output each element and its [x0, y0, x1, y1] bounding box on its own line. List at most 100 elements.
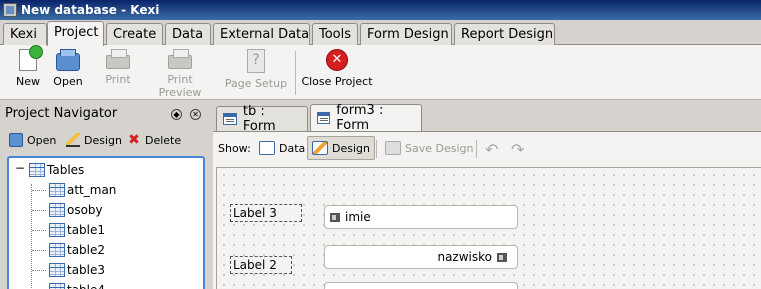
navigator-toolbar: Open Design ✖ Delete [0, 130, 210, 152]
view-bar-separator [476, 140, 477, 158]
new-button-label: New [16, 75, 40, 88]
table-icon [49, 203, 65, 217]
delete-icon: ✖ [128, 132, 140, 148]
tree-item-table2[interactable]: table2 [49, 240, 105, 260]
form-label-2[interactable]: Label 2 [230, 256, 292, 274]
close-project-button[interactable]: ✕ Close Project [301, 49, 373, 97]
design-view-button[interactable]: Design [307, 136, 375, 160]
table-icon [49, 183, 65, 197]
toolbar-separator [295, 51, 296, 95]
kexi-app-icon [3, 3, 17, 17]
tree-group-label: Tables [47, 163, 85, 177]
print-preview-label: Print Preview [158, 73, 202, 99]
tree-item-osoby[interactable]: osoby [49, 200, 103, 220]
form-label-3[interactable]: Label 3 [230, 204, 302, 222]
float-pane-icon[interactable]: ◆ [171, 109, 182, 120]
form-field-nazwisko[interactable]: nazwisko [324, 245, 518, 269]
tree-item-label: table3 [67, 263, 106, 277]
tree-branch [32, 230, 46, 231]
close-project-label: Close Project [301, 75, 373, 88]
tab-kexi[interactable]: Kexi [3, 23, 47, 45]
window-titlebar: New database - Kexi [0, 0, 761, 20]
navigator-title: Project Navigator [5, 106, 118, 121]
view-bar-separator [376, 140, 377, 158]
window-title: New database - Kexi [21, 3, 160, 17]
doc-tab-tb-form[interactable]: tb : Form [216, 104, 308, 134]
tab-external-data[interactable]: External Data [213, 23, 310, 45]
new-document-icon [19, 45, 43, 71]
printer-icon [106, 49, 130, 69]
form-field-imie[interactable]: imie [324, 205, 518, 229]
navigator-delete-button[interactable]: ✖ Delete [127, 133, 181, 147]
tree-item-table4[interactable]: table4 [49, 280, 105, 289]
project-tree[interactable]: − Tables att_man osoby table1 table2 tab… [7, 156, 205, 289]
form-field-partial[interactable] [324, 282, 518, 289]
tree-branch [32, 250, 46, 251]
open-folder-icon [56, 49, 80, 71]
new-button[interactable]: New [8, 45, 48, 97]
tree-item-label: table2 [67, 243, 106, 257]
data-view-button[interactable]: Data [255, 136, 309, 160]
tab-create[interactable]: Create [106, 23, 163, 45]
save-design-button[interactable]: Save Design [381, 136, 477, 160]
tree-item-label: osoby [67, 203, 103, 217]
show-label: Show: [218, 142, 251, 155]
tab-tools[interactable]: Tools [312, 23, 358, 45]
main-tab-bar: Kexi Project Create Data External Data T… [0, 20, 761, 46]
open-icon [9, 133, 23, 147]
print-preview-button[interactable]: Print Preview [146, 49, 214, 99]
print-button[interactable]: Print [100, 49, 136, 97]
tree-item-label: table4 [67, 283, 105, 289]
tree-item-label: table1 [67, 223, 106, 237]
form-field-imie-text: imie [345, 210, 371, 224]
tree-guide-line [31, 184, 32, 289]
project-navigator-pane: Project Navigator ◆ ✕ Open Design ✖ Dele… [0, 103, 210, 289]
navigator-open-label: Open [27, 133, 57, 147]
open-button[interactable]: Open [48, 49, 88, 97]
redo-icon[interactable]: ↷ [511, 140, 524, 159]
tab-data[interactable]: Data [165, 23, 211, 45]
tab-form-design[interactable]: Form Design [360, 23, 452, 45]
design-view-label: Design [332, 141, 370, 155]
save-design-label: Save Design [405, 141, 474, 155]
table-icon [49, 223, 65, 237]
tree-item-att-man[interactable]: att_man [49, 180, 116, 200]
tab-report-design[interactable]: Report Design [454, 23, 555, 45]
page-setup-icon: ? [247, 49, 265, 73]
form-icon [223, 113, 237, 125]
tab-project[interactable]: Project [47, 21, 104, 46]
close-project-icon: ✕ [326, 49, 348, 71]
document-pane: tb : Form form3 : Form Show: Data Design… [213, 103, 761, 289]
undo-icon[interactable]: ↶ [485, 140, 498, 159]
doc-tab-form3-form[interactable]: form3 : Form [310, 103, 422, 133]
table-icon [49, 263, 65, 277]
navigator-design-button[interactable]: Design [66, 133, 122, 147]
form-design-canvas[interactable]: Label 3 imie Label 2 nazwisko [216, 167, 761, 289]
navigator-open-button[interactable]: Open [9, 133, 56, 147]
open-button-label: Open [53, 75, 83, 88]
form-icon [317, 112, 331, 124]
table-icon [49, 283, 65, 289]
page-setup-label: Page Setup [224, 77, 288, 90]
navigator-design-label: Design [84, 133, 122, 147]
tree-group-tables[interactable]: Tables [29, 160, 84, 180]
page-setup-button[interactable]: ? Page Setup [224, 49, 288, 97]
tree-item-table3[interactable]: table3 [49, 260, 105, 280]
close-pane-icon[interactable]: ✕ [190, 109, 201, 120]
print-preview-icon [168, 49, 192, 69]
design-pencil-icon [66, 133, 80, 147]
tree-branch [32, 210, 46, 211]
tree-branch [32, 190, 46, 191]
tree-collapse-icon[interactable]: − [15, 161, 25, 175]
field-widget-icon [497, 252, 507, 262]
data-view-icon [259, 141, 275, 155]
navigator-delete-label: Delete [145, 133, 182, 147]
table-icon [49, 243, 65, 257]
view-mode-bar: Show: Data Design Save Design ↶ ↷ [213, 132, 761, 166]
form-field-nazwisko-text: nazwisko [437, 250, 492, 264]
data-view-label: Data [279, 141, 306, 155]
tree-item-table1[interactable]: table1 [49, 220, 105, 240]
tree-item-label: att_man [67, 183, 117, 197]
project-toolbar: New Open Print Print Preview ? Page Setu… [0, 45, 761, 100]
doc-tab-label: tb : Form [242, 104, 276, 134]
